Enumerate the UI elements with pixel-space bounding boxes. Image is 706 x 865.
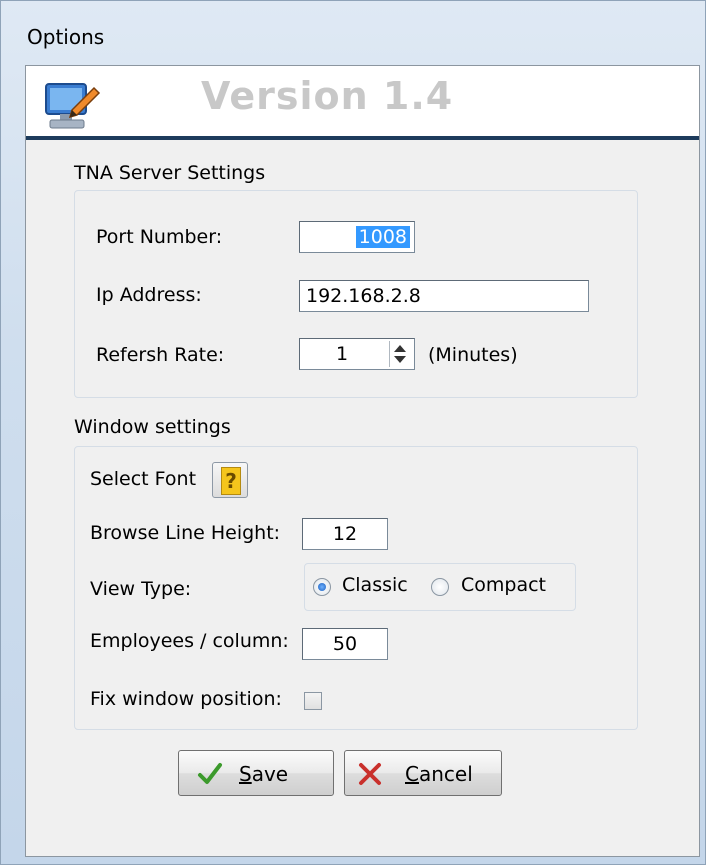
line-height-label: Browse Line Height: <box>90 522 281 544</box>
ip-value: 192.168.2.8 <box>306 285 421 307</box>
monitor-pencil-icon <box>45 83 101 129</box>
employees-label: Employees / column: <box>90 630 289 652</box>
fix-window-label: Fix window position: <box>90 688 282 710</box>
radio-classic[interactable] <box>313 578 331 596</box>
window-group-label: Window settings <box>74 416 231 438</box>
cancel-button[interactable]: Cancel <box>344 750 502 796</box>
ip-input[interactable]: 192.168.2.8 <box>299 280 589 312</box>
select-font-button[interactable]: ? <box>212 462 248 498</box>
refresh-label: Refersh Rate: <box>96 344 225 366</box>
refresh-spinbox[interactable]: 1 <box>299 338 415 370</box>
options-window: Options Version 1.4 TNA Server Settings … <box>0 0 706 865</box>
port-input[interactable]: 1008 <box>299 221 415 253</box>
cancel-label: Cancel <box>405 762 473 786</box>
version-text: Version 1.4 <box>201 74 454 118</box>
radio-compact[interactable] <box>431 578 449 596</box>
view-type-group: Classic Compact <box>304 563 576 611</box>
x-mark-icon <box>359 763 381 785</box>
radio-compact-label[interactable]: Compact <box>461 574 546 596</box>
refresh-value: 1 <box>335 343 349 365</box>
ip-label: Ip Address: <box>96 284 202 306</box>
dialog-body: Version 1.4 TNA Server Settings Port Num… <box>25 65 700 857</box>
select-font-label: Select Font <box>90 468 197 490</box>
version-banner: Version 1.4 <box>26 66 699 140</box>
tna-group-label: TNA Server Settings <box>74 162 266 184</box>
employees-value: 50 <box>332 633 358 655</box>
window-title: Options <box>27 25 105 49</box>
checkmark-icon <box>198 763 222 784</box>
fix-window-checkbox[interactable] <box>304 692 322 710</box>
view-type-label: View Type: <box>90 578 192 600</box>
save-button[interactable]: Save <box>178 750 334 796</box>
port-value: 1008 <box>355 226 410 248</box>
line-height-input[interactable]: 12 <box>302 518 388 550</box>
employees-input[interactable]: 50 <box>302 628 388 660</box>
port-label: Port Number: <box>96 226 223 248</box>
question-mark-icon: ? <box>221 467 241 495</box>
radio-classic-label[interactable]: Classic <box>342 574 408 596</box>
line-height-value: 12 <box>332 523 358 545</box>
refresh-unit: (Minutes) <box>428 344 518 366</box>
save-label: Save <box>239 762 289 786</box>
spin-arrows-icon[interactable] <box>389 341 412 367</box>
